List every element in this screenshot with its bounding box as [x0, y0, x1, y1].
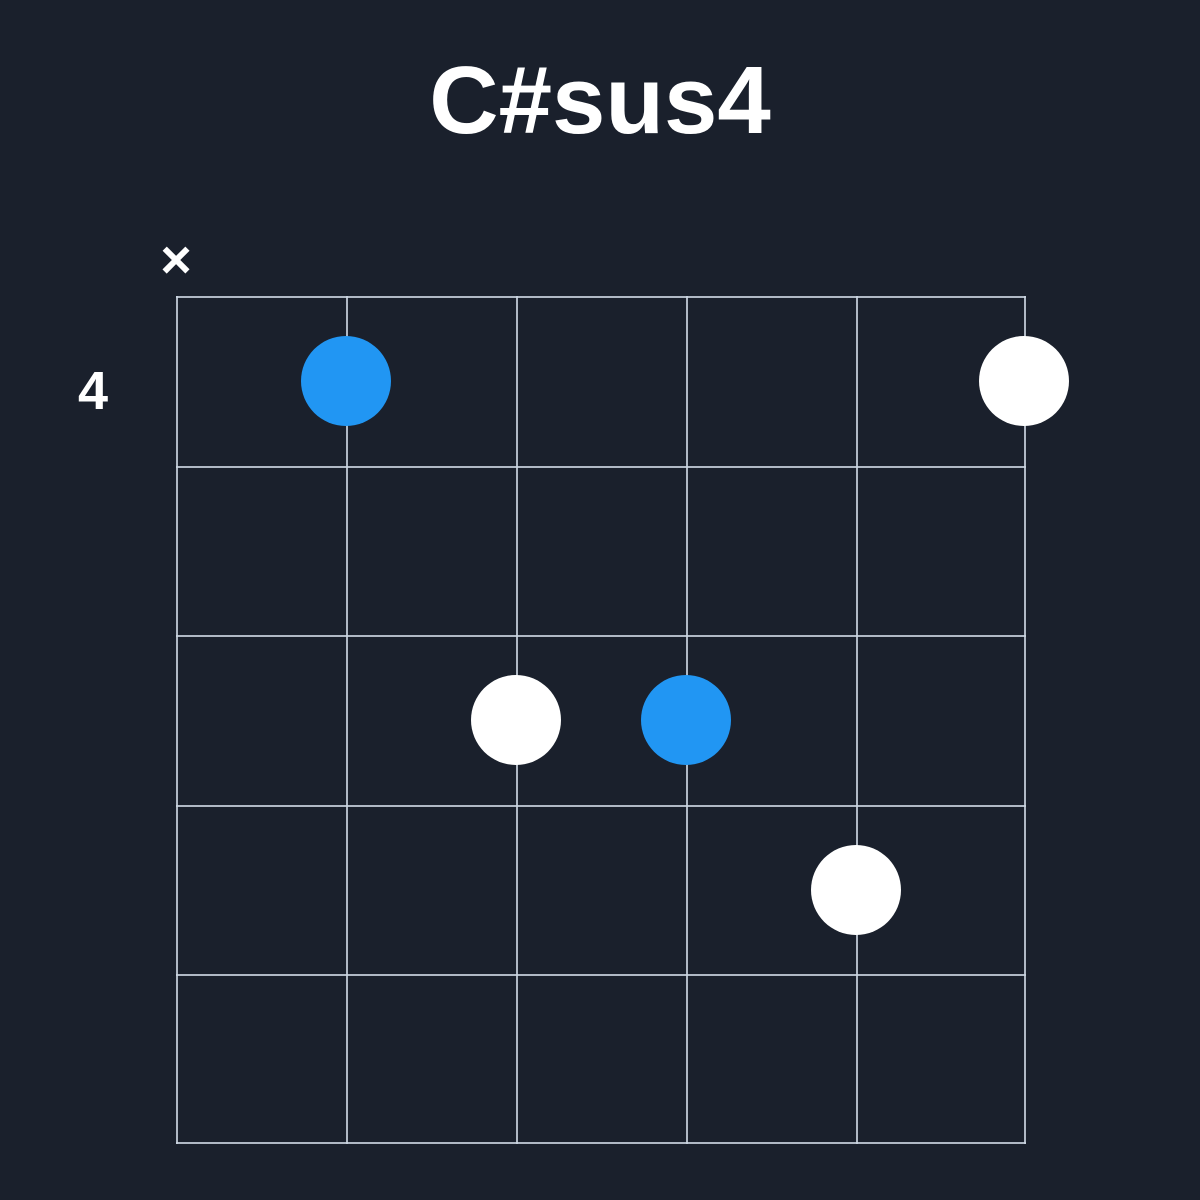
fret-line-5	[176, 1142, 1026, 1144]
finger-dot-string-4-fret-3	[471, 675, 561, 765]
finger-dot-string-3-fret-3	[641, 675, 731, 765]
mute-indicator-string-6: ×	[160, 233, 192, 287]
fretboard	[176, 296, 1026, 1144]
string-2-line	[856, 296, 858, 1144]
starting-fret-label: 4	[78, 360, 108, 422]
fret-line-4	[176, 974, 1026, 976]
finger-dot-string-5-fret-1	[301, 336, 391, 426]
chord-title: C#sus4	[0, 48, 1200, 154]
fretboard-grid	[176, 296, 1026, 1144]
fret-line-0	[176, 296, 1026, 298]
fret-line-2	[176, 635, 1026, 637]
finger-dot-string-1-fret-1	[979, 336, 1069, 426]
finger-dot-string-2-fret-4	[811, 845, 901, 935]
fret-line-1	[176, 466, 1026, 468]
fret-line-3	[176, 805, 1026, 807]
string-6-line	[176, 296, 178, 1144]
